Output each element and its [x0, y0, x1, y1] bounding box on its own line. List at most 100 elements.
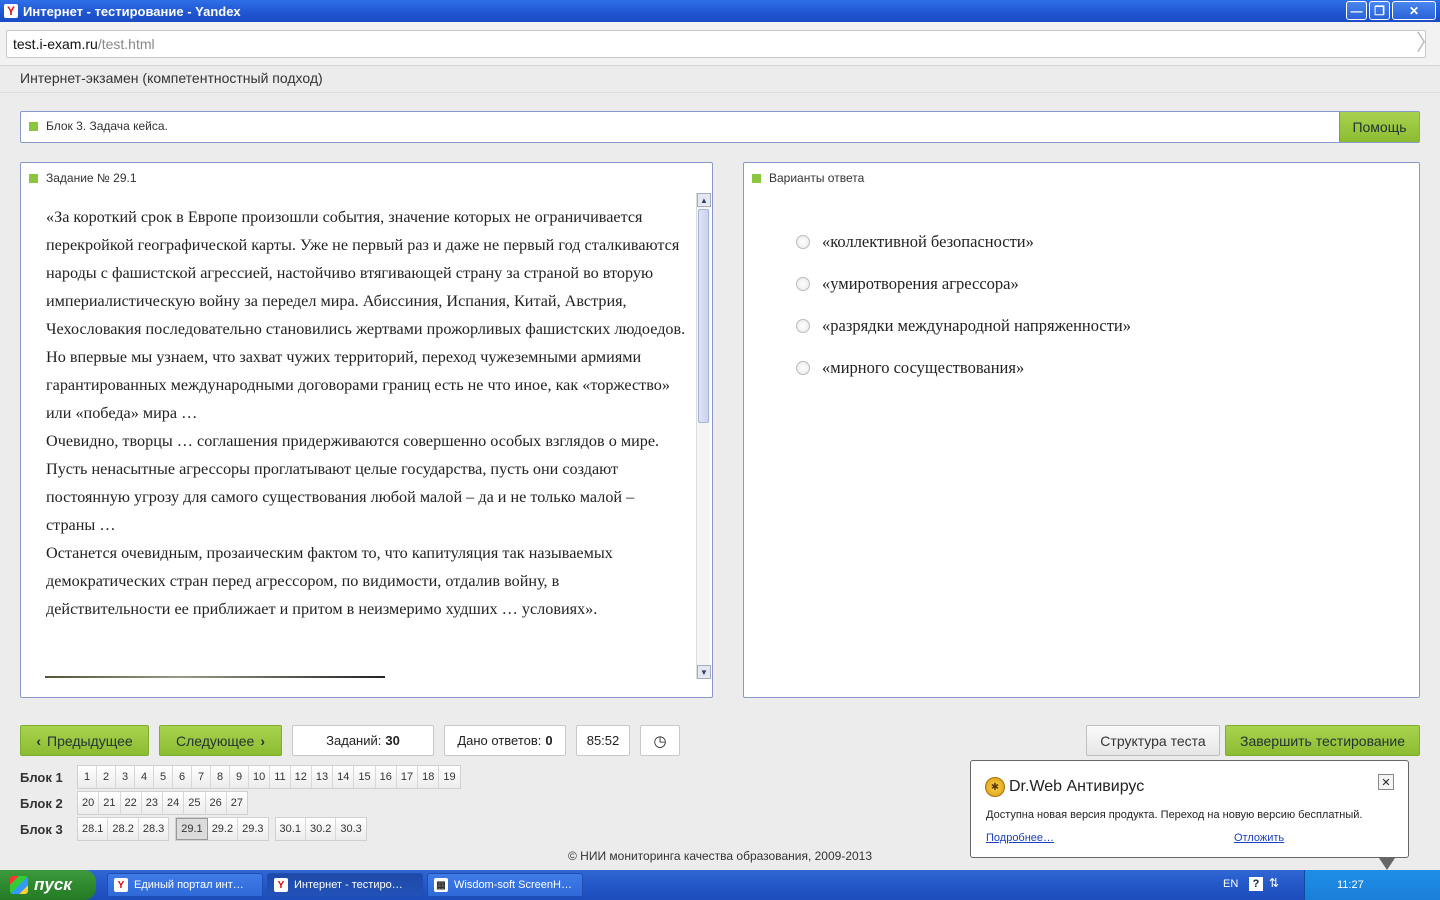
header-divider [0, 92, 1440, 93]
finish-test-button[interactable]: Завершить тестирование [1225, 725, 1420, 756]
task-number-button[interactable]: 17 [396, 766, 419, 788]
task-number: Задание № 29.1 [46, 171, 137, 185]
answer-label[interactable]: «коллективной безопасности» [822, 232, 1034, 252]
block-title: Блок 3. Задача кейса. [46, 119, 168, 133]
minimize-button[interactable]: — [1346, 1, 1367, 20]
task-number-button[interactable]: 29.1 [176, 818, 208, 840]
taskbar-item[interactable]: Y Единый портал инт… [107, 873, 263, 897]
previous-label: Предыдущее [47, 732, 133, 749]
task-number-button[interactable]: 8 [211, 766, 230, 788]
green-square-icon [752, 174, 761, 184]
address-input[interactable]: test.i-exam.ru/test.html [6, 30, 1426, 58]
tasks-count-box: Заданий: 30 [292, 725, 434, 756]
popup-later-link[interactable]: Отложить [1234, 832, 1284, 844]
taskbar-item[interactable]: Y Интернет - тестиро… [267, 873, 423, 897]
help-button[interactable]: Помощь [1339, 112, 1419, 142]
popup-close-icon[interactable]: ✕ [1378, 774, 1394, 790]
taskbar-item-label: Единый портал инт… [134, 879, 244, 891]
popup-tail [1379, 858, 1395, 870]
task-number-button[interactable]: 15 [354, 766, 376, 788]
tasks-count-value: 30 [385, 733, 400, 748]
scroll-down-icon[interactable]: ▼ [697, 665, 711, 679]
block-label: Блок 3 [20, 821, 63, 837]
task-scrollbar[interactable]: ▲ ▼ [696, 193, 711, 679]
radio-button[interactable] [796, 235, 810, 249]
task-number-button[interactable]: 24 [163, 792, 185, 814]
task-number-button[interactable]: 30.2 [305, 818, 337, 840]
popup-more-link[interactable]: Подробнее… [986, 832, 1054, 844]
taskbar-item[interactable]: ▦ Wisdom-soft ScreenH… [427, 873, 583, 897]
radio-button[interactable] [796, 361, 810, 375]
windows-logo-icon [10, 876, 28, 894]
restore-button[interactable]: ❐ [1369, 1, 1390, 20]
language-indicator[interactable]: EN [1223, 878, 1238, 890]
close-button[interactable]: ✕ [1392, 1, 1436, 20]
task-number-button[interactable]: 4 [135, 766, 154, 788]
task-number-button[interactable]: 9 [230, 766, 249, 788]
answered-count-label: Дано ответов: [457, 733, 542, 748]
task-number-button[interactable]: 11 [270, 766, 291, 788]
task-number-button[interactable]: 30.3 [336, 818, 366, 840]
task-number-button[interactable]: 10 [249, 766, 271, 788]
task-panel: Задание № 29.1 «За короткий срок в Европ… [20, 162, 713, 698]
radio-button[interactable] [796, 319, 810, 333]
scroll-thumb[interactable] [698, 209, 709, 423]
task-number-button[interactable]: 21 [99, 792, 121, 814]
answers-header: Варианты ответа [752, 171, 864, 185]
task-number-button[interactable]: 29.3 [238, 818, 268, 840]
task-number-button[interactable]: 25 [184, 792, 206, 814]
task-number-button[interactable]: 28.1 [78, 818, 109, 840]
answer-label[interactable]: «мирного сосуществования» [822, 358, 1024, 378]
task-number-button[interactable]: 27 [226, 792, 247, 814]
task-text: «За короткий срок в Европе произошли соб… [46, 203, 686, 623]
test-structure-button[interactable]: Структура теста [1086, 725, 1220, 756]
task-number-button[interactable]: 23 [141, 792, 163, 814]
task-number-button[interactable]: 22 [120, 792, 142, 814]
task-number-button[interactable]: 2 [97, 766, 116, 788]
clock-icon[interactable]: ◷ [640, 725, 680, 756]
task-number-button[interactable]: 13 [311, 766, 334, 788]
task-number-button[interactable]: 14 [333, 766, 355, 788]
task-number-button[interactable]: 26 [205, 792, 227, 814]
next-button[interactable]: Следующее › [159, 725, 282, 756]
task-number-button[interactable]: 12 [290, 766, 312, 788]
window-title: Интернет - тестирование - Yandex [23, 3, 241, 19]
task-number-button[interactable]: 28.3 [138, 818, 169, 840]
task-number-button[interactable]: 16 [375, 766, 397, 788]
task-paragraph: Очевидно, творцы … соглашения придержива… [46, 432, 660, 534]
answer-label[interactable]: «умиротворения агрессора» [822, 274, 1019, 294]
green-square-icon [29, 174, 38, 184]
task-number-button[interactable]: 1 [78, 766, 97, 788]
help-icon[interactable]: ? [1249, 877, 1263, 891]
radio-button[interactable] [796, 277, 810, 291]
scroll-up-icon[interactable]: ▲ [697, 193, 711, 207]
answer-label[interactable]: «разрядки международной напряженности» [822, 316, 1131, 336]
answers-panel: Варианты ответа «коллективной безопаснос… [743, 162, 1420, 698]
timer-display: 85:52 [576, 725, 630, 756]
previous-button[interactable]: ‹ Предыдущее [20, 725, 149, 756]
task-number-button[interactable]: 6 [173, 766, 192, 788]
block-header: Блок 3. Задача кейса. Помощь [20, 111, 1420, 143]
answer-option[interactable]: «разрядки международной напряженности» [796, 305, 1131, 347]
task-number-button[interactable]: 7 [192, 766, 211, 788]
task-number-button[interactable]: 20 [78, 792, 100, 814]
task-number-button[interactable]: 30.1 [275, 818, 306, 840]
answer-option[interactable]: «мирного сосуществования» [796, 347, 1131, 389]
task-number-button[interactable]: 29.2 [207, 818, 239, 840]
answer-option[interactable]: «умиротворения агрессора» [796, 263, 1131, 305]
taskbar-item-label: Wisdom-soft ScreenH… [454, 879, 572, 891]
system-tray: EN ? ⇅ 11:27 [1223, 870, 1440, 900]
task-number-button[interactable]: 18 [418, 766, 440, 788]
block-nav-row: Блок 3 28.1 28.2 28.3 29.1 29.2 29.3 30.1 30.2 3… [20, 817, 367, 841]
start-button[interactable]: пуск [0, 870, 96, 900]
task-number-button[interactable]: 28.2 [108, 818, 139, 840]
task-number-button[interactable]: 19 [439, 766, 460, 788]
task-number-group: 29.1 29.2 29.3 [175, 817, 269, 841]
network-icon[interactable]: ⇅ [1269, 876, 1283, 892]
task-number-button[interactable]: 5 [154, 766, 173, 788]
answer-option[interactable]: «коллективной безопасности» [796, 221, 1131, 263]
task-number-button[interactable]: 3 [116, 766, 135, 788]
task-number-group: 1 2 3 4 5 6 7 8 9 10 11 12 13 14 15 16 17 18 19 [77, 765, 461, 789]
clock-time: 11:27 [1337, 879, 1364, 891]
task-header: Задание № 29.1 [29, 171, 137, 185]
